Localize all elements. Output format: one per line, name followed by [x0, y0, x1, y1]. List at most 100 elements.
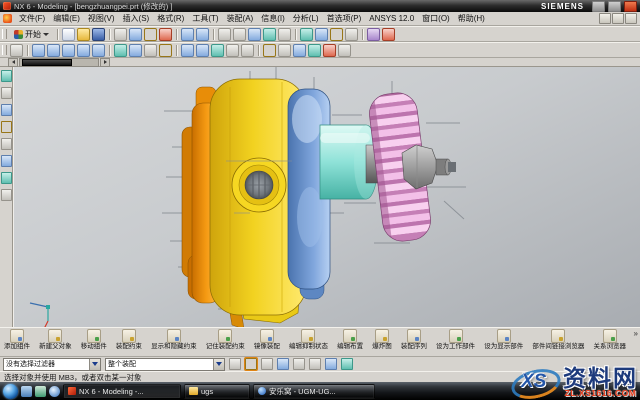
relations-browser-button[interactable]: 关系浏览器	[593, 329, 626, 351]
chevron-down-icon[interactable]	[213, 359, 224, 370]
close-button[interactable]	[624, 1, 637, 12]
shaded-with-edges-icon[interactable]	[114, 44, 127, 57]
hole-icon[interactable]	[308, 44, 321, 57]
toolbar-grip[interactable]	[2, 45, 7, 55]
layer-settings-icon[interactable]	[226, 44, 239, 57]
assembly-sequences-button[interactable]: 装配序列	[401, 329, 427, 351]
internet-explorer-icon[interactable]	[1, 155, 12, 167]
menu-window[interactable]: 窗口(O)	[418, 13, 454, 24]
doc-restore-button[interactable]	[612, 13, 624, 24]
menu-tools[interactable]: 工具(T)	[188, 13, 222, 24]
menu-view[interactable]: 视图(V)	[84, 13, 119, 24]
move-component-button[interactable]: 移动组件	[81, 329, 107, 351]
assembly-navigator-icon[interactable]	[1, 70, 12, 82]
part-navigator-icon[interactable]	[1, 104, 12, 116]
rectangle-select-icon[interactable]	[325, 358, 337, 370]
add-component-button[interactable]: 添加组件	[4, 329, 30, 351]
fit-view-icon[interactable]	[263, 28, 276, 41]
preview-toggle-icon[interactable]	[261, 358, 273, 370]
undo-icon[interactable]	[181, 28, 194, 41]
sketch-icon[interactable]	[278, 44, 291, 57]
start-menu-button[interactable]: 开始	[10, 27, 53, 41]
redo-icon[interactable]	[196, 28, 209, 41]
wireframe-icon[interactable]	[144, 44, 157, 57]
rotate-view-icon[interactable]	[77, 44, 90, 57]
menu-format[interactable]: 格式(R)	[153, 13, 188, 24]
assembly-constraints-button[interactable]: 装配约束	[116, 329, 142, 351]
zoom-icon[interactable]	[278, 28, 291, 41]
menu-information[interactable]: 信息(I)	[257, 13, 289, 24]
chevron-down-icon[interactable]	[89, 359, 100, 370]
wcs-display-icon[interactable]	[241, 44, 254, 57]
edit-suppression-state-button[interactable]: 编辑抑制状态	[289, 329, 328, 351]
menu-insert[interactable]: 插入(S)	[119, 13, 154, 24]
delete-icon[interactable]	[159, 28, 172, 41]
paste-icon[interactable]	[144, 28, 157, 41]
menu-help[interactable]: 帮助(H)	[454, 13, 489, 24]
system-materials-icon[interactable]	[1, 189, 12, 201]
save-icon[interactable]	[92, 28, 105, 41]
print-icon[interactable]	[218, 28, 231, 41]
show-hide-constraints-button[interactable]: 显示和隐藏约束	[151, 329, 197, 351]
orient-icon[interactable]	[330, 28, 343, 41]
menu-analysis[interactable]: 分析(L)	[289, 13, 323, 24]
find-component-icon[interactable]	[293, 358, 305, 370]
maximize-button[interactable]	[608, 1, 621, 12]
help-icon[interactable]	[382, 28, 395, 41]
move-object-icon[interactable]	[338, 44, 351, 57]
exploded-views-button[interactable]: 爆炸图	[372, 329, 392, 351]
copy-icon[interactable]	[129, 28, 142, 41]
taskbar-button-ugs[interactable]: ugs	[184, 384, 250, 399]
menu-ansys[interactable]: ANSYS 12.0	[365, 14, 418, 23]
datum-plane-icon[interactable]	[263, 44, 276, 57]
graphics-viewport[interactable]	[13, 67, 640, 327]
menu-assemblies[interactable]: 装配(A)	[223, 13, 258, 24]
menu-file[interactable]: 文件(F)	[15, 13, 49, 24]
edit-arrangement-button[interactable]: 编辑布置	[337, 329, 363, 351]
pan-view-icon[interactable]	[62, 44, 75, 57]
render-style-icon[interactable]	[367, 28, 380, 41]
shaded-select-icon[interactable]	[341, 358, 353, 370]
rotate-icon[interactable]	[315, 28, 328, 41]
toolbar-grip[interactable]	[2, 29, 7, 39]
refresh-icon[interactable]	[10, 44, 23, 57]
shaded-icon[interactable]	[129, 44, 142, 57]
perspective-icon[interactable]	[92, 44, 105, 57]
new-parent-button[interactable]: 新建父对象	[39, 329, 72, 351]
selection-scope-dropdown[interactable]: 整个装配	[105, 358, 225, 371]
constraint-navigator-icon[interactable]	[1, 87, 12, 99]
snap-icon[interactable]	[345, 28, 358, 41]
make-work-part-button[interactable]: 设为工作部件	[436, 329, 475, 351]
scroll-right-arrow[interactable]	[100, 58, 110, 67]
face-analysis-icon[interactable]	[181, 44, 194, 57]
locknut-part[interactable]	[402, 145, 456, 189]
menu-edit[interactable]: 编辑(E)	[49, 13, 84, 24]
window-tile-icon[interactable]	[248, 28, 261, 41]
taskbar-button-forum[interactable]: 安乐窝 - UGM-UG...	[253, 384, 375, 399]
select-highlight-icon[interactable]	[245, 358, 257, 370]
make-displayed-part-button[interactable]: 设为显示部件	[484, 329, 523, 351]
hd3d-tools-icon[interactable]	[1, 138, 12, 150]
quick-launch-desktop-icon[interactable]	[21, 386, 32, 397]
taskbar-button-nx[interactable]: NX 6 - Modeling -...	[63, 384, 181, 399]
toolbar-overflow-chevron[interactable]: »	[634, 329, 638, 338]
selection-filter-dropdown[interactable]: 没有选择过滤器	[3, 358, 101, 371]
window-cascade-icon[interactable]	[233, 28, 246, 41]
measure-distance-icon[interactable]	[323, 44, 336, 57]
reuse-library-icon[interactable]	[1, 121, 12, 133]
new-icon[interactable]	[62, 28, 75, 41]
interpart-link-browser-button[interactable]: 部件间链接浏览器	[532, 329, 584, 351]
orient-view-icon[interactable]	[196, 44, 209, 57]
mirror-assembly-button[interactable]: 镜像装配	[254, 329, 280, 351]
scroll-left-arrow[interactable]	[8, 58, 18, 67]
menu-preferences[interactable]: 首选项(P)	[323, 13, 366, 24]
doc-close-button[interactable]	[625, 13, 637, 24]
select-face-rule-icon[interactable]	[309, 358, 321, 370]
fit-icon[interactable]	[32, 44, 45, 57]
extrude-icon[interactable]	[293, 44, 306, 57]
history-icon[interactable]	[1, 172, 12, 184]
cut-icon[interactable]	[114, 28, 127, 41]
scroll-thumb[interactable]	[22, 59, 72, 66]
remember-constraints-button[interactable]: 记住装配约束	[206, 329, 245, 351]
minimize-button[interactable]	[592, 1, 605, 12]
